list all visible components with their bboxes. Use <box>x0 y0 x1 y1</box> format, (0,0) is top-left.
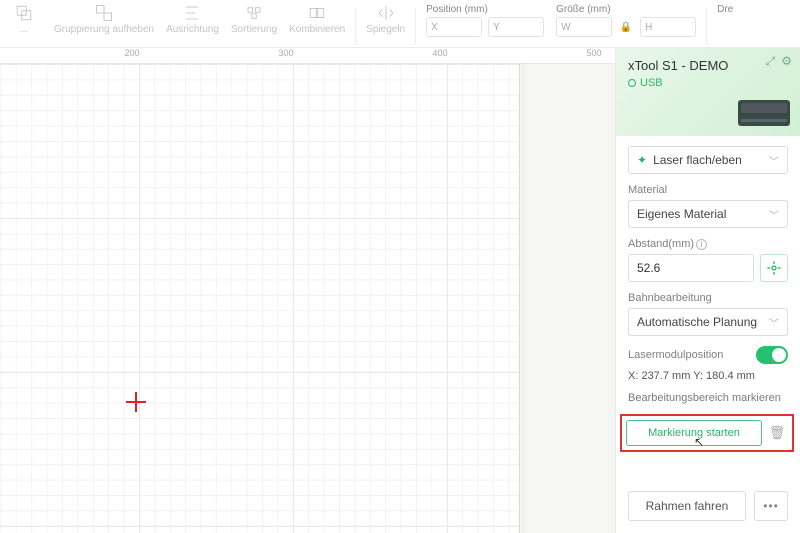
ruler-tick: 500 <box>586 48 601 58</box>
delete-marking-button[interactable]: 🗑 <box>768 425 786 441</box>
mirror-button[interactable]: Spiegeln <box>360 4 411 35</box>
size-group: Größe (mm) W 🔒 H <box>550 4 702 37</box>
module-coords: X: 237.7 mm Y: 180.4 mm <box>628 370 788 382</box>
sort-button[interactable]: Sortierung <box>225 4 283 35</box>
chevron-down-icon: ﹀ <box>769 153 779 168</box>
ungroup-button[interactable]: Gruppierung aufheben <box>48 4 160 35</box>
connection-status: USB <box>628 77 788 89</box>
autofocus-button[interactable] <box>760 254 788 282</box>
ungroup-label: Gruppierung aufheben <box>54 24 154 35</box>
group-label: ... <box>20 24 28 35</box>
path-select[interactable]: Automatische Planung ﹀ <box>628 308 788 336</box>
more-button[interactable]: ••• <box>754 491 788 521</box>
size-h-input[interactable]: H <box>640 17 696 37</box>
ruler-horizontal: 200 300 400 500 <box>0 48 615 64</box>
module-pos-label: Lasermodulposition <box>628 349 723 361</box>
ruler-tick: 400 <box>432 48 447 58</box>
position-x-input[interactable]: X <box>426 17 482 37</box>
align-button[interactable]: Ausrichtung <box>160 4 225 35</box>
rotate-group: Dre <box>711 4 739 17</box>
position-y-input[interactable]: Y <box>488 17 544 37</box>
size-label: Größe (mm) <box>556 4 610 15</box>
mirror-label: Spiegeln <box>366 24 405 35</box>
position-label: Position (mm) <box>426 4 488 15</box>
path-value: Automatische Planung <box>637 315 757 329</box>
laser-mode-select[interactable]: ✦ Laser flach/eben ﹀ <box>628 146 788 174</box>
ruler-tick: 200 <box>124 48 139 58</box>
frame-button[interactable]: Rahmen fahren <box>628 491 746 521</box>
settings-icon[interactable]: ⚙ <box>781 54 792 69</box>
group-button[interactable]: ... <box>0 4 48 35</box>
mark-area-label: Bearbeitungsbereich markieren <box>628 392 788 404</box>
distance-input[interactable]: 52.6 <box>628 254 754 282</box>
sort-label: Sortierung <box>231 24 277 35</box>
material-value: Eigenes Material <box>637 207 726 221</box>
module-pos-toggle[interactable] <box>756 346 788 364</box>
path-label: Bahnbearbeitung <box>628 292 788 304</box>
material-label: Material <box>628 184 788 196</box>
rotate-label: Dre <box>717 4 733 15</box>
material-select[interactable]: Eigenes Material ﹀ <box>628 200 788 228</box>
align-label: Ausrichtung <box>166 24 219 35</box>
canvas[interactable] <box>0 64 520 533</box>
mark-area-highlight: Markierung starten ↖ 🗑 <box>620 414 794 452</box>
device-name: xTool S1 - DEMO <box>628 58 788 73</box>
laser-icon: ✦ <box>637 153 647 167</box>
combine-label: Kombinieren <box>289 24 345 35</box>
lock-aspect-icon[interactable]: 🔒 <box>618 17 634 37</box>
start-marking-button[interactable]: Markierung starten ↖ <box>626 420 762 446</box>
device-card[interactable]: ⤢ ⚙ xTool S1 - DEMO USB <box>616 48 800 136</box>
info-icon[interactable]: i <box>696 239 707 250</box>
device-image <box>738 100 790 126</box>
chevron-down-icon: ﹀ <box>769 315 779 330</box>
expand-icon[interactable]: ⤢ <box>766 54 776 69</box>
distance-label: Abstand(mm)i <box>628 238 788 250</box>
laser-mode-value: Laser flach/eben <box>653 153 742 167</box>
position-group: Position (mm) X Y <box>420 4 550 37</box>
combine-button[interactable]: Kombinieren <box>283 4 351 35</box>
size-w-input[interactable]: W <box>556 17 612 37</box>
toolbar: ... Gruppierung aufheben Ausrichtung Sor… <box>0 0 800 48</box>
ruler-tick: 300 <box>278 48 293 58</box>
canvas-area[interactable]: 200 300 400 500 <box>0 48 615 533</box>
chevron-down-icon: ﹀ <box>769 207 779 222</box>
sidebar: ⤢ ⚙ xTool S1 - DEMO USB ✦ Laser flach/eb… <box>615 48 800 533</box>
